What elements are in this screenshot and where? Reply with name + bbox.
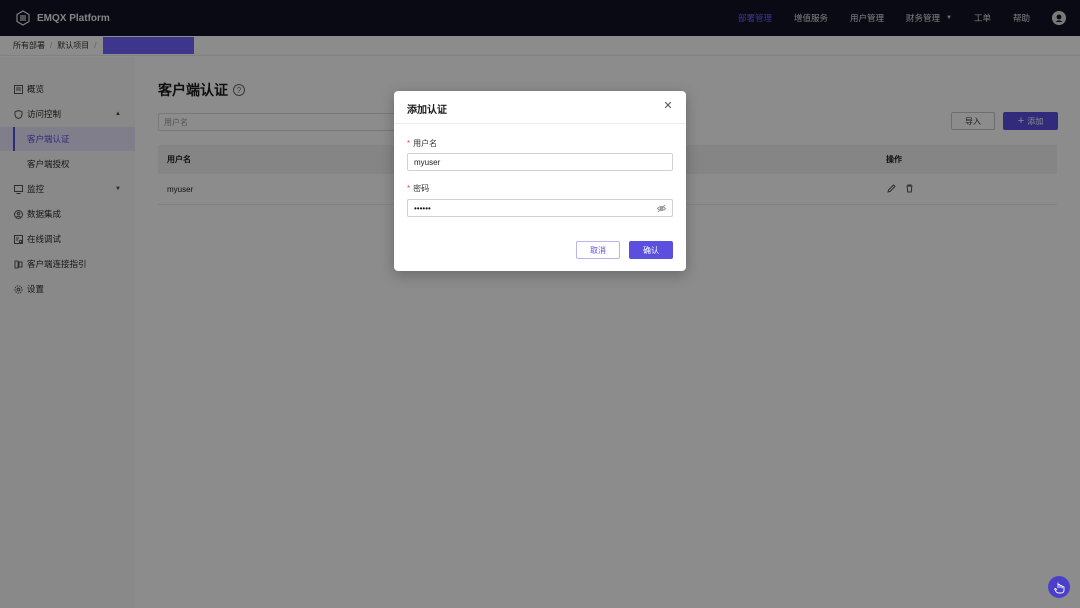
required-marker: * <box>407 139 411 148</box>
username-field[interactable]: myuser <box>407 153 673 171</box>
password-label: * 密码 <box>407 183 429 194</box>
close-icon[interactable]: ✕ <box>662 99 674 112</box>
password-field-value: •••••• <box>414 203 431 213</box>
dialog-title: 添加认证 <box>407 105 447 116</box>
floating-assistant-button[interactable] <box>1048 576 1070 598</box>
dialog-divider <box>394 123 686 124</box>
password-field[interactable]: •••••• <box>407 199 673 217</box>
required-marker: * <box>407 184 411 193</box>
eye-icon[interactable] <box>657 204 666 213</box>
hand-pointer-icon <box>1053 582 1064 593</box>
add-auth-dialog: 添加认证 ✕ * 用户名 myuser * 密码 •••••• 取消 确认 <box>394 91 686 271</box>
username-label: * 用户名 <box>407 138 437 149</box>
password-label-text: 密码 <box>413 184 430 193</box>
confirm-button[interactable]: 确认 <box>629 241 673 259</box>
username-label-text: 用户名 <box>413 139 438 148</box>
cancel-button[interactable]: 取消 <box>576 241 620 259</box>
